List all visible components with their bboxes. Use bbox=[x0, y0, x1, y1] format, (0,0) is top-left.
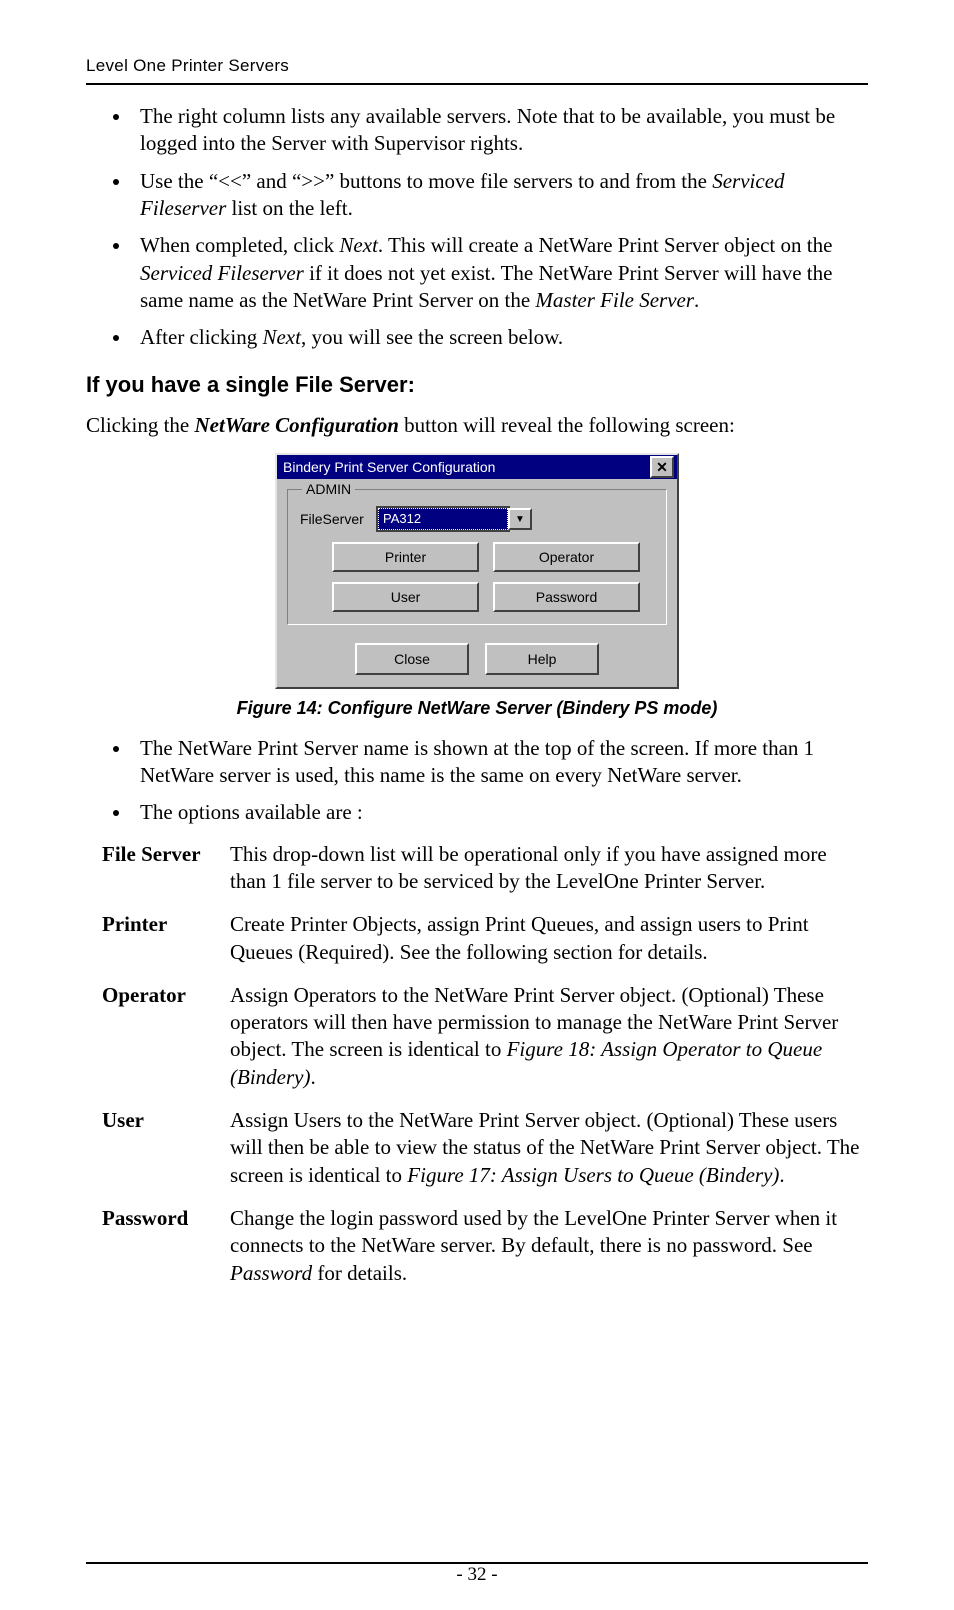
table-row: Password Change the login password used … bbox=[102, 1205, 864, 1287]
text: Clicking the bbox=[86, 413, 195, 437]
dialog-title: Bindery Print Server Configuration bbox=[283, 458, 650, 476]
option-desc: This drop-down list will be operational … bbox=[230, 841, 864, 896]
options-table: File Server This drop-down list will be … bbox=[86, 841, 868, 1287]
user-button[interactable]: User bbox=[332, 582, 479, 612]
option-term: Printer bbox=[102, 911, 230, 966]
table-row: File Server This drop-down list will be … bbox=[102, 841, 864, 896]
text: Use the “<<” and “>>” buttons to move fi… bbox=[140, 169, 712, 193]
fileserver-label: FileServer bbox=[300, 510, 378, 528]
option-desc: Assign Operators to the NetWare Print Se… bbox=[230, 982, 864, 1091]
fileserver-combobox[interactable]: PA312 ▼ bbox=[378, 508, 532, 530]
text-em: Serviced Fileserver bbox=[140, 261, 304, 285]
table-row: Printer Create Printer Objects, assign P… bbox=[102, 911, 864, 966]
list-item: When completed, click Next. This will cr… bbox=[132, 232, 868, 314]
option-term: File Server bbox=[102, 841, 230, 896]
table-row: User Assign Users to the NetWare Print S… bbox=[102, 1107, 864, 1189]
text: Change the login password used by the Le… bbox=[230, 1206, 837, 1257]
mid-bullet-list: The NetWare Print Server name is shown a… bbox=[86, 735, 868, 827]
text-em: Next bbox=[339, 233, 377, 257]
running-head: Level One Printer Servers bbox=[86, 55, 868, 85]
dialog-titlebar: Bindery Print Server Configuration ✕ bbox=[277, 455, 677, 479]
text: button will reveal the following screen: bbox=[399, 413, 735, 437]
close-button[interactable]: Close bbox=[355, 643, 469, 675]
admin-groupbox: ADMIN FileServer PA312 ▼ Printer Operato… bbox=[287, 489, 667, 625]
text-bold-em: NetWare Configuration bbox=[195, 413, 399, 437]
option-desc: Assign Users to the NetWare Print Server… bbox=[230, 1107, 864, 1189]
option-term: Password bbox=[102, 1205, 230, 1287]
text: When completed, click bbox=[140, 233, 339, 257]
intro-paragraph: Clicking the NetWare Configuration butto… bbox=[86, 412, 868, 439]
text: . bbox=[779, 1163, 784, 1187]
close-icon[interactable]: ✕ bbox=[650, 456, 674, 478]
help-button[interactable]: Help bbox=[485, 643, 599, 675]
text: Create Printer Objects, assign Print Que… bbox=[230, 912, 809, 963]
list-item: The options available are : bbox=[132, 799, 868, 826]
list-item: Use the “<<” and “>>” buttons to move fi… bbox=[132, 168, 868, 223]
fileserver-value: PA312 bbox=[378, 508, 508, 530]
option-desc: Create Printer Objects, assign Print Que… bbox=[230, 911, 864, 966]
page-number: - 32 - bbox=[0, 1563, 954, 1588]
option-term: User bbox=[102, 1107, 230, 1189]
text-em: Master File Server bbox=[535, 288, 694, 312]
printer-button[interactable]: Printer bbox=[332, 542, 479, 572]
text-em: Password bbox=[230, 1261, 312, 1285]
text: . This will create a NetWare Print Serve… bbox=[378, 233, 833, 257]
option-term: Operator bbox=[102, 982, 230, 1091]
text: . bbox=[694, 288, 699, 312]
text-em: Next bbox=[262, 325, 300, 349]
list-item: The right column lists any available ser… bbox=[132, 103, 868, 158]
text: The options available are : bbox=[140, 800, 363, 824]
text-em: Figure 17: Assign Users to Queue (Binder… bbox=[407, 1163, 779, 1187]
text: This drop-down list will be operational … bbox=[230, 842, 827, 893]
groupbox-legend: ADMIN bbox=[302, 480, 355, 498]
text: , you will see the screen below. bbox=[301, 325, 563, 349]
list-item: The NetWare Print Server name is shown a… bbox=[132, 735, 868, 790]
text: After clicking bbox=[140, 325, 262, 349]
text: for details. bbox=[312, 1261, 407, 1285]
option-desc: Change the login password used by the Le… bbox=[230, 1205, 864, 1287]
text: list on the left. bbox=[226, 196, 353, 220]
bindery-dialog: Bindery Print Server Configuration ✕ ADM… bbox=[275, 453, 679, 689]
text: The right column lists any available ser… bbox=[140, 104, 835, 155]
text: The NetWare Print Server name is shown a… bbox=[140, 736, 814, 787]
chevron-down-icon[interactable]: ▼ bbox=[508, 508, 532, 530]
top-bullet-list: The right column lists any available ser… bbox=[86, 103, 868, 351]
password-button[interactable]: Password bbox=[493, 582, 640, 612]
list-item: After clicking Next, you will see the sc… bbox=[132, 324, 868, 351]
text: . bbox=[310, 1065, 315, 1089]
operator-button[interactable]: Operator bbox=[493, 542, 640, 572]
figure-caption: Figure 14: Configure NetWare Server (Bin… bbox=[86, 697, 868, 720]
table-row: Operator Assign Operators to the NetWare… bbox=[102, 982, 864, 1091]
section-heading: If you have a single File Server: bbox=[86, 371, 868, 400]
